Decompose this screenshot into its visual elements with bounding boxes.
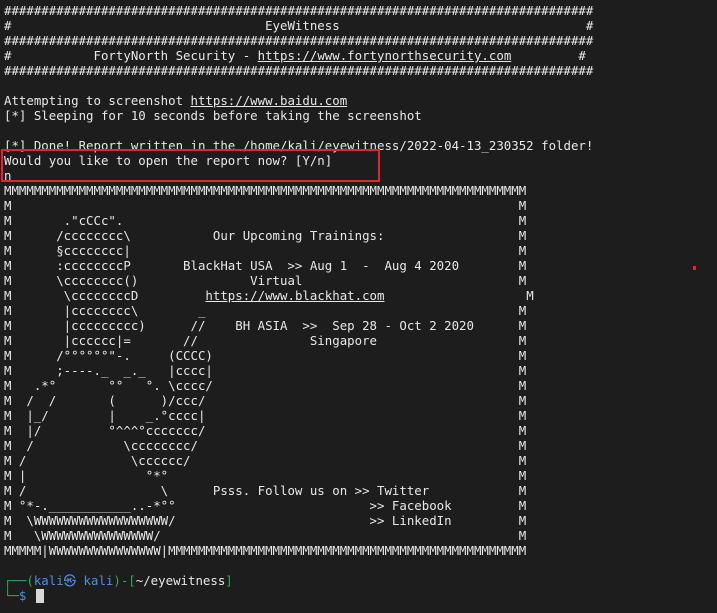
red-dot-marker — [693, 266, 696, 270]
prompt-user: kali㉿ kali — [33, 573, 114, 588]
banner-line: M M — [4, 198, 527, 213]
banner-line: M |/ °^^^°ccccccc/ M — [4, 423, 527, 438]
prompt-separator: )-[ — [113, 573, 136, 588]
banner-line: M .*° °° °. \cccc/ M — [4, 378, 527, 393]
terminal-window[interactable]: ########################################… — [0, 0, 717, 613]
prompt-input-line[interactable]: └─$ — [4, 588, 26, 603]
banner-virtual-line: M \cccccccc() Virtual M — [4, 273, 527, 288]
banner-link-suffix: M — [384, 288, 534, 303]
banner-line: MMMMMMMMMMMMMMMMMMMMMMMMMMMMMMMMMMMMMMMM… — [4, 183, 527, 198]
banner-line: M / \cccccc/ M — [4, 453, 527, 468]
banner-linkedin-line: M \WWWWWWWWWWWWWWWWWW/ >> LinkedIn M — [4, 513, 527, 528]
text-cursor — [36, 589, 44, 603]
banner-line: M /°°°°°°"-. (CCCC) M — [4, 348, 527, 363]
prompt-line: ┌──(kali㉿ kali)-[~/eyewitness] — [4, 573, 233, 588]
banner-line: M | °*° M — [4, 468, 527, 483]
prompt-path-end: ] — [225, 573, 233, 588]
attempt-line: Attempting to screenshot https://www.bai… — [4, 93, 347, 108]
banner-trainings-line: M /cccccccc\ Our Upcoming Trainings: M — [4, 228, 527, 243]
header-credit-line: # FortyNorth Security - https://www.fort… — [4, 48, 586, 63]
banner-singapore-line: M |cccccc|= // Singapore M — [4, 333, 527, 348]
header-title-line: # EyeWitness # — [4, 18, 594, 33]
banner-line: M §cccccccc| M — [4, 243, 527, 258]
banner-line: M ;----._ _._ |cccc| M — [4, 363, 527, 378]
prompt-corner-bottom: └─ — [4, 588, 19, 603]
target-url-link[interactable]: https://www.baidu.com — [191, 93, 348, 108]
banner-line: M / / ( )/ccc/ M — [4, 393, 527, 408]
banner-line: M |_/ | _.°cccc| M — [4, 408, 527, 423]
blackhat-link[interactable]: https://www.blackhat.com — [205, 288, 384, 303]
banner-link-line: M \ccccccccD https://www.blackhat.com M — [4, 288, 534, 303]
banner-line: M |cccccccc\ _ M — [4, 303, 527, 318]
banner-line: M \WWWWWWWWWWWWWWW/ M — [4, 528, 527, 543]
header-line: ########################################… — [4, 33, 594, 48]
highlight-box — [1, 149, 380, 182]
sleep-line: [*] Sleeping for 10 seconds before takin… — [4, 108, 422, 123]
header-credit-suffix: # — [511, 48, 586, 63]
prompt-symbol: $ — [18, 588, 27, 603]
banner-bh-asia-line: M |ccccccccc) // BH ASIA >> Sep 28 - Oct… — [4, 318, 527, 333]
prompt-corner-top: ┌──( — [4, 573, 34, 588]
banner-blackhat-usa-line: M :ccccccccP BlackHat USA >> Aug 1 - Aug… — [4, 258, 527, 273]
fortynorth-link[interactable]: https://www.fortynorthsecurity.com — [258, 48, 512, 63]
header-line: ########################################… — [4, 63, 594, 78]
banner-line: M / \cccccccc/ M — [4, 438, 527, 453]
header-line: ########################################… — [4, 3, 594, 18]
banner-line: M ."cCCc". M — [4, 213, 527, 228]
banner-link-prefix: M \ccccccccD — [4, 288, 206, 303]
banner-facebook-line: M °*-.___________..-*°° >> Facebook M — [4, 498, 527, 513]
attempt-text: Attempting to screenshot — [4, 93, 191, 108]
banner-line: MMMMM|WWWWWWWWWWWWWWW|MMMMMMMMMMMMMMMMMM… — [4, 543, 527, 558]
prompt-path: ~/eyewitness — [135, 573, 226, 588]
banner-twitter-line: M / \ Psss. Follow us on >> Twitter M — [4, 483, 527, 498]
header-credit-text: # FortyNorth Security - — [4, 48, 258, 63]
